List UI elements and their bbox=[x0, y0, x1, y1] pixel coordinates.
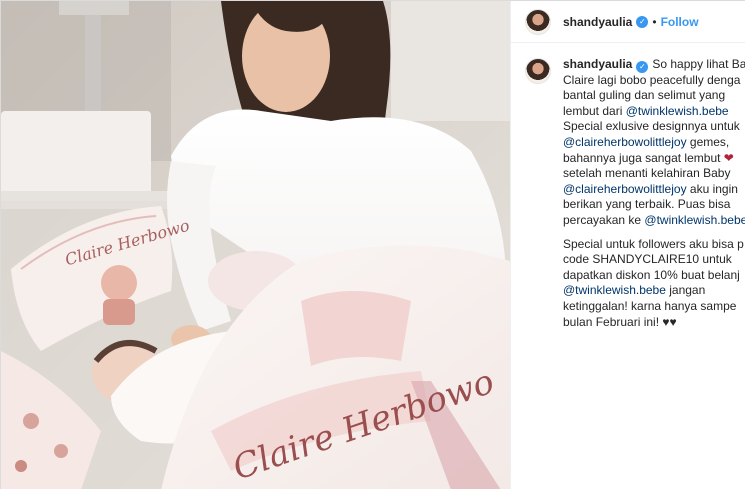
post-header: shandyaulia ✓ • Follow bbox=[511, 1, 745, 43]
caption-mention-link[interactable]: @claireherbowolittlejoy bbox=[563, 135, 687, 149]
caption-line: percayakan ke @twinklewish.bebe bbox=[563, 213, 745, 229]
caption-line-text: berikan yang terbaik. Puas bisa bbox=[563, 197, 731, 212]
caption-line: Special untuk followers aku bisa p bbox=[563, 237, 745, 253]
caption-line: shandyaulia ✓ So happy lihat Ba bbox=[563, 57, 745, 73]
caption-mention-link[interactable]: @twinklewish.bebe bbox=[563, 283, 666, 297]
author-avatar[interactable] bbox=[525, 8, 551, 35]
caption-line: code SHANDYCLAIRE10 untuk bbox=[563, 252, 745, 268]
caption-text: shandyaulia ✓ So happy lihat Ba Claire lagi… bbox=[563, 57, 745, 330]
caption-line: bulan Februari ini! ♥♥ bbox=[563, 315, 745, 331]
caption-line-text: So happy lihat Ba bbox=[652, 57, 745, 71]
caption-paragraph-gap bbox=[563, 229, 745, 237]
verified-badge-icon: ✓ bbox=[636, 15, 649, 28]
caption-line-text: Special exlusive designnya untuk bbox=[563, 119, 740, 134]
caption-line-text: percayakan ke bbox=[563, 212, 645, 227]
caption-line-text: ketinggalan! karna hanya sampe bbox=[563, 298, 737, 313]
caption-username[interactable]: shandyaulia bbox=[563, 57, 632, 71]
heart-emoji-icon: ❤ bbox=[723, 150, 734, 165]
caption-line-text: lembut dari bbox=[563, 103, 626, 118]
caption-line: @claireherbowolittlejoy gemes, bbox=[563, 135, 745, 151]
caption-line-text: code SHANDYCLAIRE10 untuk bbox=[563, 252, 732, 267]
caption-line-text: bulan Februari ini! ♥♥ bbox=[563, 314, 677, 329]
caption-line: berikan yang terbaik. Puas bisa bbox=[563, 197, 745, 213]
caption-mention-link[interactable]: @twinklewish.bebe bbox=[626, 104, 729, 118]
caption-line-text: aku ingin bbox=[686, 181, 738, 196]
caption-line-text: jangan bbox=[665, 283, 706, 298]
caption-line-text: bahannya juga sangat lembut bbox=[563, 150, 724, 165]
caption-line: bantal guling dan selimut yang bbox=[563, 88, 745, 104]
post-sidebar: shandyaulia ✓ • Follow shandyaulia ✓ So ha… bbox=[510, 1, 745, 489]
caption-line: ketinggalan! karna hanya sampe bbox=[563, 299, 745, 315]
caption-line-text: Special untuk followers aku bisa p bbox=[563, 236, 744, 251]
caption-line-text: setelah menanti kelahiran Baby bbox=[563, 166, 731, 181]
post-photo[interactable]: Claire Herbowo Claire Herbowo bbox=[1, 1, 510, 489]
caption-line-text: Claire lagi bobo peacefully denga bbox=[563, 72, 741, 87]
caption-line: @claireherbowolittlejoy aku ingin bbox=[563, 182, 745, 198]
caption-line-text: gemes, bbox=[686, 134, 730, 149]
caption-line: Special exlusive designnya untuk bbox=[563, 119, 745, 135]
follow-button[interactable]: Follow bbox=[661, 15, 699, 29]
caption-line: bahannya juga sangat lembut ❤ bbox=[563, 151, 745, 167]
caption-line-text: bantal guling dan selimut yang bbox=[563, 88, 726, 103]
caption-mention-link[interactable]: @twinklewish.bebe bbox=[644, 213, 745, 227]
header-separator: • bbox=[652, 14, 657, 29]
caption-mention-link[interactable]: @claireherbowolittlejoy bbox=[563, 182, 687, 196]
caption-comment: shandyaulia ✓ So happy lihat Ba Claire lagi… bbox=[511, 57, 745, 330]
caption-verified-badge-icon: ✓ bbox=[636, 61, 649, 73]
caption-line: @twinklewish.bebe jangan bbox=[563, 283, 745, 299]
caption-line: Claire lagi bobo peacefully denga bbox=[563, 73, 745, 89]
caption-line: setelah menanti kelahiran Baby bbox=[563, 166, 745, 182]
caption-line: lembut dari @twinklewish.bebe bbox=[563, 104, 745, 120]
caption-avatar[interactable] bbox=[525, 58, 551, 84]
caption-line-text: dapatkan diskon 10% buat belanj bbox=[563, 267, 740, 282]
caption-line: dapatkan diskon 10% buat belanj bbox=[563, 268, 745, 284]
instagram-post: Claire Herbowo Claire Herbowo shandyauli… bbox=[0, 0, 745, 489]
author-username[interactable]: shandyaulia bbox=[563, 15, 632, 29]
